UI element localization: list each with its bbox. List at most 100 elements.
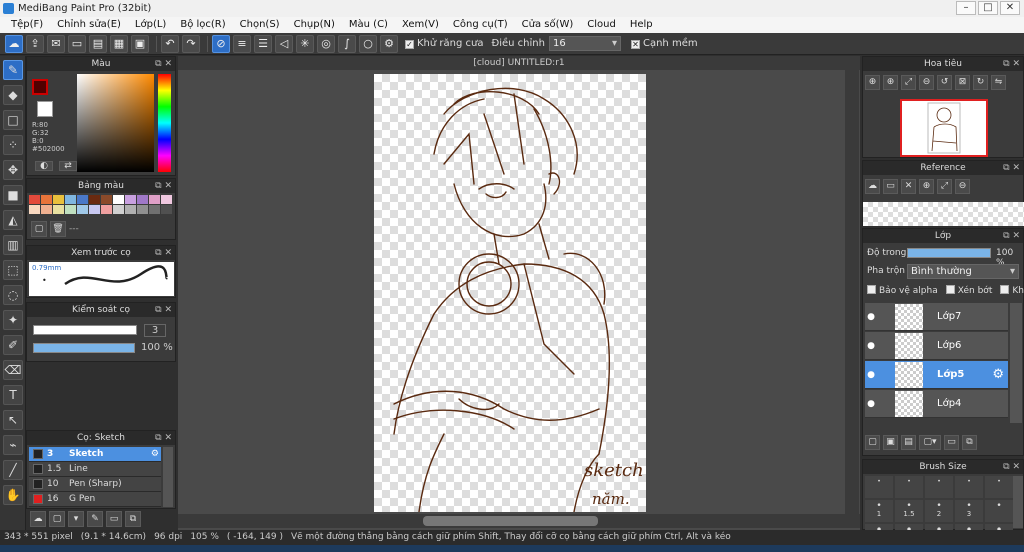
chat-icon[interactable]: ✉ (47, 34, 65, 53)
canvas-vertical-scrollbar[interactable] (845, 70, 859, 514)
blend-mode-dropdown[interactable]: Bình thường (907, 264, 1019, 279)
folder-icon[interactable]: ▭ (106, 511, 122, 527)
palette-swatch[interactable] (149, 195, 160, 204)
export-icon[interactable]: ⇪ (26, 34, 44, 53)
brush-item-g-pen[interactable]: 16 G Pen (29, 492, 161, 507)
menu-tools[interactable]: Công cụ(T) (446, 17, 515, 33)
grid-icon[interactable]: ▦ (110, 34, 128, 53)
menu-edit[interactable]: Chỉnh sửa(E) (50, 17, 128, 33)
dot-brush-icon[interactable]: ⁘ (3, 135, 23, 155)
palette-swatch[interactable] (149, 205, 160, 214)
fill-rect-icon[interactable]: ■ (3, 185, 23, 205)
add-layer-menu-icon[interactable]: ▢▾ (919, 435, 941, 450)
select-pen-icon[interactable]: ✐ (3, 335, 23, 355)
zoom-in-icon[interactable]: ⊕ (865, 75, 880, 90)
smooth-toggle[interactable]: ✕ Cạnh mềm (630, 38, 698, 49)
canvas-horizontal-scrollbar[interactable] (178, 514, 860, 528)
select-eraser-icon[interactable]: ⌫ (3, 360, 23, 380)
brush-item-pen-sharp[interactable]: 10 Pen (Sharp) (29, 477, 161, 492)
new-layer-1bit-icon[interactable]: ▤ (901, 435, 916, 450)
folder-open-icon[interactable]: ▭ (883, 179, 898, 194)
lasso-icon[interactable]: ◌ (3, 285, 23, 305)
smooth-checkbox[interactable]: ✕ (630, 40, 640, 49)
menu-snap[interactable]: Chụp(N) (287, 17, 342, 33)
palette-swatch[interactable] (77, 205, 88, 214)
layer-opacity-slider[interactable] (907, 248, 991, 258)
palette-swatch[interactable] (65, 205, 76, 214)
layer-row-4[interactable]: ● Lớp4 (865, 390, 1008, 418)
color-mode-icon[interactable]: ◐ (35, 161, 53, 171)
document-tab[interactable]: [cloud] UNTITLED:r1 (178, 56, 860, 70)
brush-edit-icon[interactable]: ✎ (87, 511, 103, 527)
circle-slash-icon[interactable]: ⊘ (212, 34, 230, 53)
rectangle-icon[interactable]: □ (3, 110, 23, 130)
comment-icon[interactable]: ▭ (68, 34, 86, 53)
palette-swatch[interactable] (137, 205, 148, 214)
brush-size-scrollbar[interactable] (1013, 476, 1023, 528)
menu-file[interactable]: Tệp(F) (4, 17, 50, 33)
brush-size-preset[interactable]: • (985, 476, 1013, 498)
brush-size-preset[interactable]: • (925, 476, 953, 498)
menu-view[interactable]: Xem(V) (395, 17, 446, 33)
rotate-left-icon[interactable]: ↺ (937, 75, 952, 90)
panel-close-icon[interactable]: ⧉ ✕ (1003, 57, 1020, 71)
text-icon[interactable]: T (3, 385, 23, 405)
eye-icon[interactable]: ● (865, 370, 877, 380)
palette-swatch[interactable] (125, 205, 136, 214)
palette-swatch[interactable] (53, 205, 64, 214)
eye-icon[interactable]: ● (865, 399, 877, 409)
panel-close-icon[interactable]: ⧉ ✕ (155, 303, 172, 317)
navigator-preview[interactable] (900, 99, 988, 157)
eyedropper-icon[interactable]: ⌁ (3, 435, 23, 455)
concentric-icon[interactable]: ◎ (317, 34, 335, 53)
brush-opacity-slider[interactable] (33, 343, 135, 353)
palette-swatch[interactable] (161, 205, 172, 214)
saturation-value-picker[interactable] (77, 74, 154, 172)
gear-icon[interactable]: ⚙ (151, 449, 159, 459)
brush-add-icon[interactable]: ▾ (68, 511, 84, 527)
palette-swatch[interactable] (29, 205, 40, 214)
eraser-icon[interactable]: ◆ (3, 85, 23, 105)
cloud-icon[interactable]: ☁ (865, 179, 880, 194)
horizontal-scroll-thumb[interactable] (423, 516, 598, 526)
frame-icon[interactable]: ▣ (131, 34, 149, 53)
curve-icon[interactable]: ∫ (338, 34, 356, 53)
operation-icon[interactable]: ↖ (3, 410, 23, 430)
foreground-color-swatch[interactable] (32, 79, 48, 95)
protect-alpha-toggle[interactable]: Bảo vệ alpha (867, 285, 938, 296)
dropper-icon[interactable]: ╱ (3, 460, 23, 480)
brush-size-preset[interactable]: • 3 (955, 500, 983, 522)
brush-item-line[interactable]: 1.5 Line (29, 462, 161, 477)
layer-row-5[interactable]: ● Lớp5 ⚙ (865, 361, 1008, 389)
fit-icon[interactable]: ⤢ (937, 179, 952, 194)
hand-icon[interactable]: ✋ (3, 485, 23, 505)
clip-toggle[interactable]: Xén bớt (945, 285, 992, 296)
stack-icon[interactable]: ☰ (254, 34, 272, 53)
parallel-lines-icon[interactable]: ≡ (233, 34, 251, 53)
layer-row-7[interactable]: ● Lớp7 (865, 303, 1008, 331)
fit-icon[interactable]: ⤢ (901, 75, 916, 90)
menu-filter[interactable]: Bộ lọc(R) (173, 17, 232, 33)
brush-list-scrollbar[interactable] (163, 447, 173, 507)
panel-close-icon[interactable]: ⧉ ✕ (1003, 229, 1020, 243)
undo-icon[interactable]: ↶ (161, 34, 179, 53)
palette-swatch[interactable] (161, 195, 172, 204)
canvas-area[interactable]: [cloud] UNTITLED:r1 sketch năm. (178, 56, 860, 530)
palette-swatch[interactable] (77, 195, 88, 204)
background-color-swatch[interactable] (37, 101, 53, 117)
menu-layer[interactable]: Lớp(L) (128, 17, 173, 33)
menu-window[interactable]: Cửa số(W) (515, 17, 581, 33)
duplicate-icon[interactable]: ⧉ (125, 511, 141, 527)
brush-size-value[interactable]: 3 (144, 324, 166, 337)
menu-help[interactable]: Help (623, 17, 660, 33)
antialias-checkbox[interactable]: ✓ (405, 40, 414, 49)
maximize-button[interactable]: □ (978, 1, 998, 15)
brush-size-preset[interactable]: • (895, 476, 923, 498)
zoom-out-icon[interactable]: ⊖ (919, 75, 934, 90)
cloud-icon[interactable]: ☁ (5, 34, 23, 53)
brush-size-slider[interactable] (33, 325, 137, 335)
magic-wand-icon[interactable]: ✦ (3, 310, 23, 330)
hue-slider[interactable] (158, 74, 171, 172)
new-layer-8bit-icon[interactable]: ▣ (883, 435, 898, 450)
vanishing-point-icon[interactable]: ◁ (275, 34, 293, 53)
